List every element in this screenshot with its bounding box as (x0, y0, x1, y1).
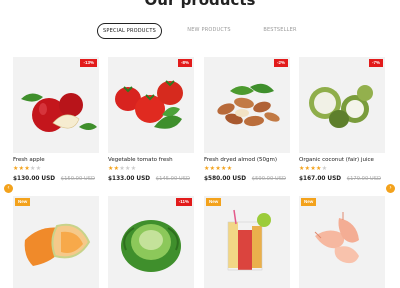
discount-badge: -7% (368, 59, 383, 67)
apple-image (21, 93, 97, 132)
product-tabs: SPECIAL PRODUCTS NEW PRODUCTS BESTSELLER (0, 23, 400, 39)
chevron-left-icon: ‹ (7, 185, 10, 191)
rating-stars: ★★★★★ (108, 166, 137, 172)
new-badge: New (15, 198, 31, 206)
product-card[interactable]: New (204, 196, 290, 288)
tab-new-products[interactable]: NEW PRODUCTS (181, 23, 237, 39)
chevron-right-icon: › (389, 185, 392, 191)
price: $130.00 USD (13, 176, 56, 182)
new-badge: New (301, 198, 317, 206)
price-row: $580.00 USD $590.00 USD (204, 176, 290, 182)
product-image[interactable]: New (299, 196, 385, 288)
product-name[interactable]: Fresh apple (13, 157, 99, 163)
rating-stars: ★★★★★ (13, 166, 42, 172)
discount-badge: -8% (177, 59, 192, 67)
new-badge: New (206, 198, 222, 206)
carousel-prev-button[interactable]: ‹ (4, 184, 13, 193)
shrimp-image (314, 212, 359, 264)
old-price: $150.00 USD (60, 176, 95, 182)
discount-badge: -2% (273, 59, 288, 67)
product-card[interactable]: -2% Fresh dryed almod (50gm) ★★★★★ $580.… (204, 57, 290, 182)
product-name[interactable]: Vegetable tomato fresh (108, 157, 194, 163)
tomato-image (115, 80, 183, 129)
old-price: $590.00 USD (251, 176, 286, 182)
product-card[interactable]: -8% Vegetable tomato fresh ★★★★★ $133.00… (108, 57, 194, 182)
rating-stars: ★★★★★ (204, 166, 233, 172)
product-card[interactable]: -7% Organic coconut (fair) juice ★★★★★ $… (299, 57, 385, 182)
discount-badge: -13% (80, 59, 97, 67)
old-price: $145.00 USD (155, 176, 190, 182)
product-card[interactable]: New (299, 196, 385, 288)
carousel-next-button[interactable]: › (386, 184, 395, 193)
tab-bestseller[interactable]: BESTSELLER (256, 23, 304, 39)
section-title: Our products (144, 0, 256, 9)
price: $167.00 USD (299, 176, 342, 182)
product-image[interactable]: New (204, 196, 290, 288)
price: $133.00 USD (108, 176, 151, 182)
product-image[interactable]: -7% (299, 57, 385, 153)
discount-badge: -11% (175, 198, 192, 206)
product-card[interactable]: -13% Fresh apple ★★★★★ $130.00 USD $150.… (13, 57, 99, 182)
almond-image (217, 83, 280, 127)
price-row: $133.00 USD $145.00 USD (108, 176, 194, 182)
product-image[interactable]: -13% (13, 57, 99, 153)
melon-image (24, 223, 91, 266)
juice-image (227, 209, 271, 271)
price: $580.00 USD (204, 176, 247, 182)
tab-special-products[interactable]: SPECIAL PRODUCTS (97, 23, 162, 39)
product-card[interactable]: -11% (108, 196, 194, 288)
product-image[interactable]: -8% (108, 57, 194, 153)
cabbage-image (121, 220, 181, 272)
old-price: $179.00 USD (346, 176, 381, 182)
product-name[interactable]: Fresh dryed almod (50gm) (204, 157, 290, 163)
product-image[interactable]: New (13, 196, 99, 288)
product-image[interactable]: -2% (204, 57, 290, 153)
price-row: $130.00 USD $150.00 USD (13, 176, 99, 182)
product-card[interactable]: New (13, 196, 99, 288)
rating-stars: ★★★★★ (299, 166, 328, 172)
coconut-image (309, 85, 373, 128)
product-image[interactable]: -11% (108, 196, 194, 288)
product-name[interactable]: Organic coconut (fair) juice (299, 157, 385, 163)
price-row: $167.00 USD $179.00 USD (299, 176, 385, 182)
